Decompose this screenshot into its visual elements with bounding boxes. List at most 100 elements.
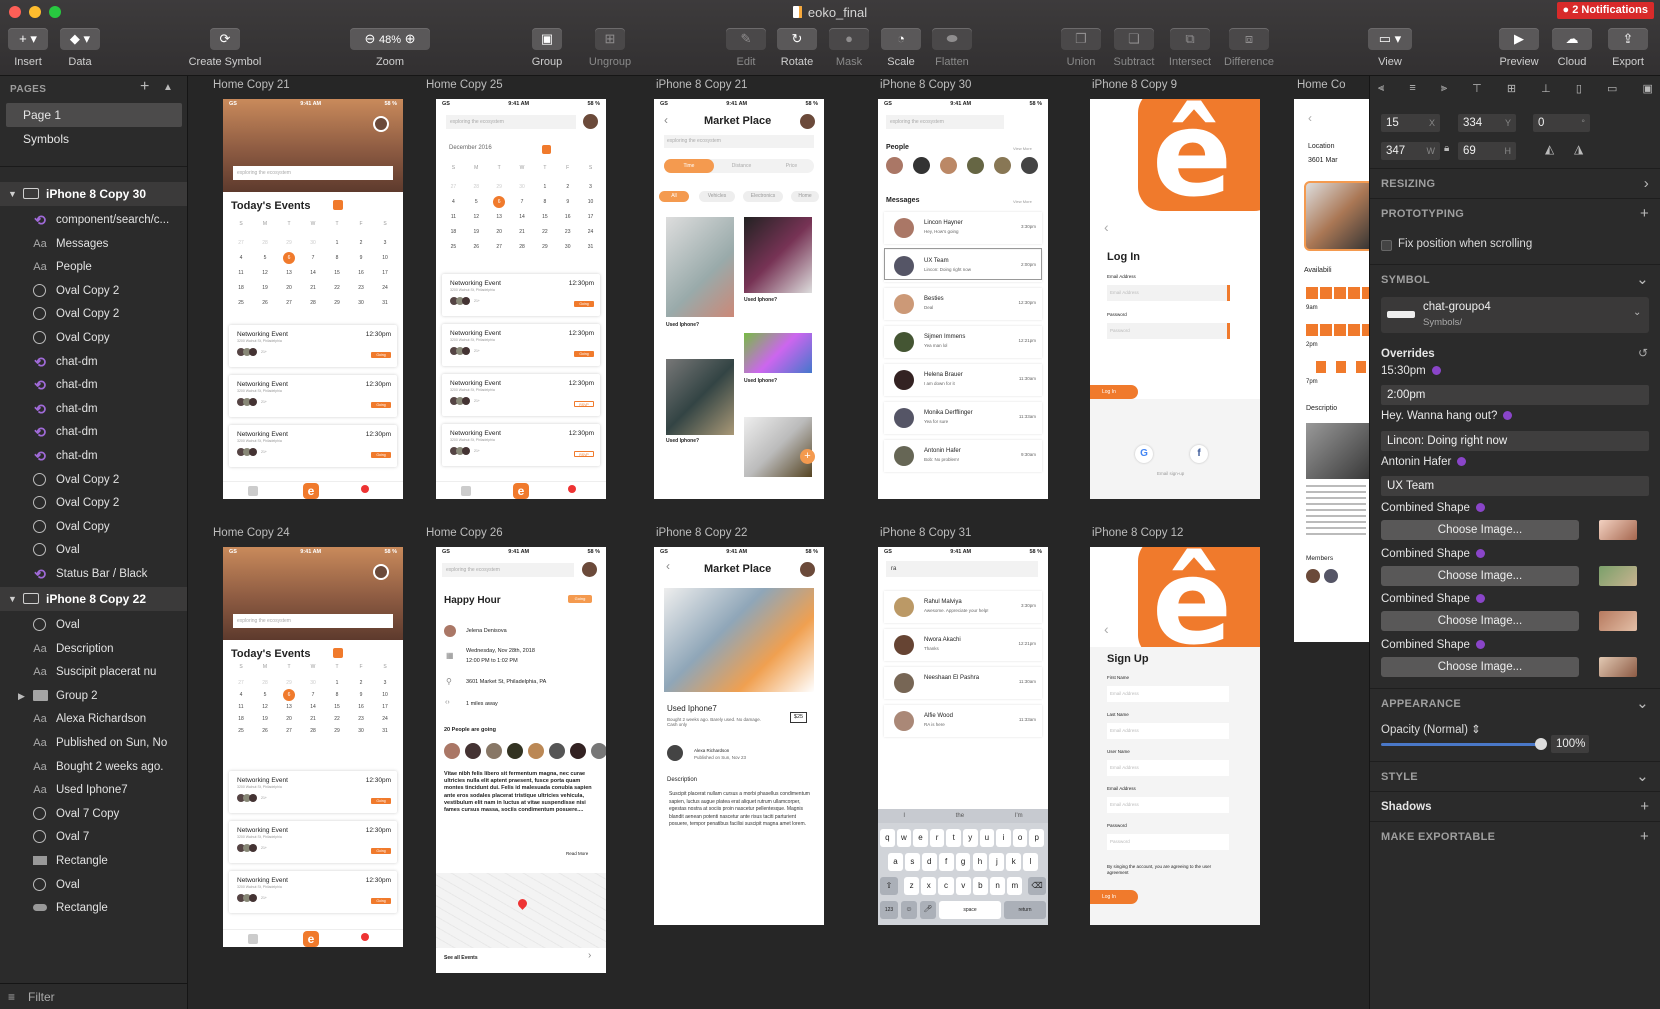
attendee-avatar[interactable] [507, 743, 523, 759]
email-field[interactable]: Email Address [1107, 285, 1229, 301]
keyboard-key[interactable]: h [972, 853, 988, 871]
notifications-badge[interactable]: ● 2 Notifications [1556, 2, 1654, 19]
shadows-row[interactable]: Shadows + [1370, 791, 1660, 821]
intersect-button[interactable]: ⧉ Intersect [1164, 28, 1216, 68]
artboard-iphone-8-copy-21[interactable]: GS 9:41 AM 58 % ‹ Market Place exploring t… [654, 99, 824, 499]
height-field[interactable]: 69 H [1458, 142, 1516, 160]
calendar-day[interactable]: 29 [283, 677, 295, 689]
create-symbol-button[interactable]: ⟳ Create Symbol [185, 28, 265, 68]
avatar[interactable] [800, 114, 815, 129]
event-card[interactable]: Networking Event 12:30pm 3200 Walnut St, P… [442, 274, 600, 316]
search-result-row[interactable]: Rahul Malviya Awesome. Appreciate your he… [884, 591, 1042, 623]
eoko-logo-icon[interactable]: e [303, 483, 319, 499]
suggestion[interactable]: the [956, 809, 964, 823]
artboard-label-ip9[interactable]: iPhone 8 Copy 9 [1092, 79, 1177, 91]
calendar-day[interactable]: 26 [470, 241, 482, 253]
space-key[interactable]: space [939, 901, 1001, 919]
search-input[interactable]: exploring the ecosystem [233, 166, 393, 180]
eoko-logo-icon[interactable]: e [303, 931, 319, 947]
artboard-iphone-8-copy-22[interactable]: GS 9:41 AM 58 % ‹ Market Place Used Iphone… [654, 547, 824, 925]
calendar-day[interactable]: 3 [379, 677, 391, 689]
selected-day[interactable]: 6 [283, 252, 295, 264]
calendar-day[interactable]: 31 [585, 241, 597, 253]
category-electronics[interactable]: Electronics [743, 191, 783, 202]
opacity-mode-dropdown[interactable]: Opacity (Normal) ⇕ [1381, 722, 1481, 736]
calendar-day[interactable]: 15 [539, 211, 551, 223]
calendar-day[interactable]: 7 [516, 196, 528, 208]
artboard-layer-group2[interactable]: ▼ iPhone 8 Copy 22 [0, 587, 187, 611]
layer-row[interactable]: ⟲ chat-dm [0, 350, 187, 374]
sort-segmented-control[interactable]: Time Distance Price [664, 159, 814, 173]
style-section[interactable]: STYLE ⌄ [1370, 761, 1660, 791]
calendar-day[interactable]: 9 [355, 252, 367, 264]
calendar-day[interactable]: 5 [259, 689, 271, 701]
calendar-day[interactable]: 23 [562, 226, 574, 238]
calendar-day[interactable]: 22 [539, 226, 551, 238]
attendee-avatar[interactable] [486, 743, 502, 759]
calendar-day[interactable]: 7 [307, 252, 319, 264]
distribute-horizontal-icon[interactable]: ▯ [1576, 82, 1582, 98]
back-chevron-icon[interactable]: ‹ [1308, 111, 1312, 125]
map[interactable] [436, 873, 606, 948]
prototyping-section[interactable]: PROTOTYPING + [1370, 198, 1660, 228]
eoko-logo-icon[interactable]: e [513, 483, 529, 499]
calendar-day[interactable]: 27 [447, 181, 459, 193]
align-left-icon[interactable]: ⫷ [1378, 82, 1384, 98]
login-button[interactable]: Log In [1090, 890, 1138, 904]
tidy-icon[interactable]: ▣ [1642, 82, 1652, 98]
export-button[interactable]: ⇪ Export [1606, 28, 1650, 68]
union-button[interactable]: ❐ Union [1061, 28, 1101, 68]
event-card[interactable]: Networking Event 12:30pm 3200 Walnut St, P… [229, 375, 397, 417]
keyboard-key[interactable]: q [880, 829, 895, 847]
calendar-day[interactable]: 21 [307, 282, 319, 294]
calendar-icon[interactable] [333, 200, 343, 210]
keyboard-key[interactable]: m [1007, 877, 1023, 895]
attendee-avatar[interactable] [444, 743, 460, 759]
signup-field[interactable]: Email Address [1107, 723, 1229, 739]
zoom-out-icon[interactable]: ⊖ [364, 31, 375, 46]
keyboard-key[interactable]: i [996, 829, 1011, 847]
read-more-link[interactable]: Read More [566, 851, 588, 856]
listing-image[interactable] [744, 217, 812, 293]
calendar-day[interactable]: 29 [539, 241, 551, 253]
calendar-day[interactable]: 12 [470, 211, 482, 223]
layer-row[interactable]: Oval Copy 2 [0, 491, 187, 515]
artboard-label-home25[interactable]: Home Copy 25 [426, 79, 503, 91]
calendar-day[interactable]: 1 [331, 237, 343, 249]
calendar-day[interactable]: 1 [539, 181, 551, 193]
calendar-day[interactable]: 1 [331, 677, 343, 689]
calendar-day[interactable]: 8 [539, 196, 551, 208]
keyboard-key[interactable]: n [990, 877, 1006, 895]
microphone-key-icon[interactable]: 🎤︎ [920, 901, 936, 919]
layer-row[interactable]: Oval [0, 873, 187, 897]
calendar-day[interactable]: 5 [259, 252, 271, 264]
choose-image-button[interactable]: Choose Image... [1381, 611, 1579, 631]
category-vehicles[interactable]: Vehicles [699, 191, 735, 202]
symbol-override-icon[interactable] [1457, 457, 1467, 466]
attendee-avatar[interactable] [528, 743, 544, 759]
calendar-day[interactable]: 29 [331, 725, 343, 737]
calendar-day[interactable]: 26 [259, 297, 271, 309]
host-avatar[interactable] [444, 625, 456, 637]
chat-row[interactable]: Besties Deal 12:30pm [884, 288, 1042, 320]
event-card[interactable]: Networking Event 12:30pm 3200 Walnut St, P… [229, 821, 397, 863]
image-thumbnail[interactable] [1599, 611, 1637, 631]
calendar-day[interactable]: 10 [585, 196, 597, 208]
delete-key-icon[interactable]: ⌫ [1028, 877, 1046, 895]
calendar-day[interactable]: 28 [516, 241, 528, 253]
align-right-icon[interactable]: ⫸ [1441, 82, 1447, 98]
calendar-day[interactable]: 17 [379, 267, 391, 279]
chat-row[interactable]: Helena Brauer I am down for it 11:30am [884, 364, 1042, 396]
layer-row[interactable]: ⟲ Status Bar / Black [0, 562, 187, 586]
calendar-icon[interactable] [542, 145, 551, 154]
y-position-field[interactable]: 334 Y [1458, 114, 1516, 132]
image-thumbnail[interactable] [1599, 520, 1637, 540]
artboard-iphone-8-copy-12[interactable]: ê ‹ Sign Up First Name Email Address Last … [1090, 547, 1260, 925]
availability-slot[interactable] [1306, 324, 1369, 336]
sort-distance[interactable]: Distance [719, 159, 764, 173]
calendar-day[interactable]: 4 [235, 689, 247, 701]
calendar-day[interactable]: 11 [235, 701, 247, 713]
layer-row[interactable]: Aa Alexa Richardson [0, 707, 187, 731]
keyboard-key[interactable]: j [989, 853, 1005, 871]
add-page-icon[interactable]: + [140, 78, 149, 96]
